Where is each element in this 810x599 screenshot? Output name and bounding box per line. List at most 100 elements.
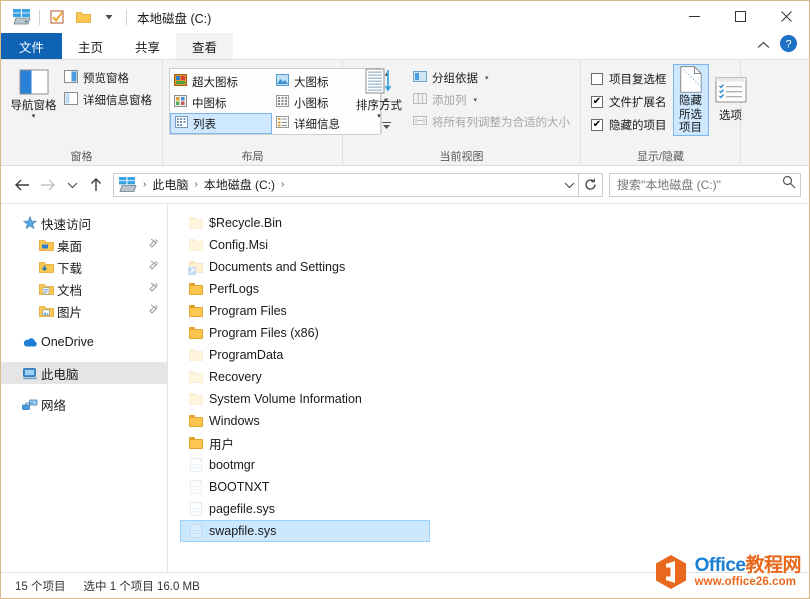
list-item[interactable]: PerfLogs [180, 278, 430, 300]
view-extra-large-icons[interactable]: 超大图标 [170, 71, 272, 92]
properties-icon[interactable] [44, 5, 70, 29]
add-columns-button[interactable]: 添加列 ▾ [409, 89, 574, 110]
list-item[interactable]: Documents and Settings [180, 256, 430, 278]
close-button[interactable] [763, 1, 809, 31]
folder-icon [185, 305, 207, 317]
forward-button[interactable] [35, 172, 61, 198]
list-item[interactable]: Config.Msi [180, 234, 430, 256]
file-name: PerfLogs [209, 282, 260, 296]
sidebar-item-pictures[interactable]: 图片 [1, 300, 167, 322]
list-item[interactable]: pagefile.sys [180, 498, 430, 520]
sidebar-label-downloads: 下载 [57, 261, 83, 276]
hide-selected-items-button[interactable]: 隐藏 所选项目 [672, 64, 709, 136]
hidden-items-checkbox[interactable]: ✔ [591, 118, 603, 131]
file-name: BOOTNXT [209, 480, 270, 494]
sort-by-button[interactable]: 排序方式 ▾ [349, 64, 409, 120]
tab-share[interactable]: 共享 [119, 33, 176, 59]
sidebar-item-network[interactable]: 网络 [1, 393, 167, 415]
pin-icon-documents[interactable] [148, 282, 159, 296]
search-box[interactable]: 搜索"本地磁盘 (C:)" [609, 172, 801, 197]
list-item[interactable]: BOOTNXT [180, 476, 430, 498]
list-item[interactable]: bootmgr [180, 454, 430, 476]
list-item[interactable]: 用户 [180, 432, 430, 454]
sidebar-label-network: 网络 [41, 398, 67, 413]
customize-qat-dropdown-icon[interactable] [96, 5, 122, 29]
sidebar-label-onedrive: OneDrive [41, 335, 94, 349]
list-item[interactable]: System Volume Information [180, 388, 430, 410]
breadcrumb-separator-3[interactable]: › [278, 179, 287, 190]
recent-locations-button[interactable] [61, 172, 83, 198]
hidden-items-option[interactable]: ✔ 隐藏的项目 [591, 114, 667, 135]
list-item[interactable]: Program Files [180, 300, 430, 322]
ribbon-group-panes: 导航窗格 ▾ 预览窗格 详细信息窗格 窗格 [1, 60, 163, 165]
breadcrumb[interactable]: › 此电脑 › 本地磁盘 (C:) › [113, 172, 579, 197]
drive-icon[interactable] [9, 5, 35, 29]
up-button[interactable] [83, 172, 109, 198]
file-name: Program Files (x86) [209, 326, 319, 340]
search-icon[interactable] [782, 175, 796, 194]
file-list-view[interactable]: $Recycle.Bin Config.Msi Documents and Se… [168, 204, 809, 572]
item-checkboxes-checkbox[interactable] [591, 72, 603, 85]
navigation-pane-caret-icon[interactable]: ▾ [32, 113, 36, 120]
file-name: Recovery [209, 370, 262, 384]
onedrive-cloud-icon [19, 336, 41, 348]
pin-icon-pictures[interactable] [148, 304, 159, 318]
refresh-button[interactable] [579, 172, 603, 197]
item-checkboxes-option[interactable]: 项目复选框 [591, 68, 667, 89]
options-button-label: 选项 [719, 110, 742, 122]
breadcrumb-dropdown-icon[interactable] [563, 181, 576, 189]
ribbon-group-current-view-label: 当前视图 [439, 150, 484, 163]
file-name-extensions-option[interactable]: ✔ 文件扩展名 [591, 91, 667, 112]
file-name: System Volume Information [209, 392, 362, 406]
collapse-ribbon-icon[interactable] [757, 37, 770, 55]
sidebar-item-this-pc[interactable]: 此电脑 [1, 362, 167, 384]
pin-icon-desktop[interactable] [148, 238, 159, 252]
sidebar-item-downloads[interactable]: 下载 [1, 256, 167, 278]
tab-file[interactable]: 文件 [1, 33, 63, 59]
view-medium-icons[interactable]: 中图标 [170, 92, 272, 113]
tab-home[interactable]: 主页 [62, 33, 119, 59]
sidebar-item-desktop[interactable]: 桌面 [1, 234, 167, 256]
navigation-pane-button[interactable]: 导航窗格 ▾ [7, 64, 60, 120]
breadcrumb-separator-2[interactable]: › [191, 179, 200, 190]
file-name-extensions-checkbox[interactable]: ✔ [591, 95, 603, 108]
tab-view[interactable]: 查看 [176, 33, 234, 59]
list-item[interactable]: Program Files (x86) [180, 322, 430, 344]
breadcrumb-separator-1[interactable]: › [140, 179, 149, 190]
sidebar-item-onedrive[interactable]: OneDrive [1, 331, 167, 353]
sidebar-gap-2 [1, 353, 167, 362]
maximize-button[interactable] [717, 1, 763, 31]
ribbon-group-panes-label: 窗格 [70, 150, 93, 163]
back-button[interactable] [9, 172, 35, 198]
help-icon[interactable]: ? [780, 35, 797, 57]
window-title: 本地磁盘 (C:) [137, 11, 212, 26]
sidebar-item-quick-access[interactable]: 快速访问 [1, 212, 167, 234]
pin-icon-downloads[interactable] [148, 260, 159, 274]
breadcrumb-this-pc[interactable]: 此电脑 [149, 174, 191, 196]
list-item[interactable]: ProgramData [180, 344, 430, 366]
preview-pane-button[interactable]: 预览窗格 [60, 67, 156, 88]
details-pane-button[interactable]: 详细信息窗格 [60, 89, 156, 110]
breadcrumb-drive-icon-item[interactable] [116, 174, 140, 196]
address-bar: › 此电脑 › 本地磁盘 (C:) › 搜索"本地磁盘 (C:)" [1, 166, 809, 204]
group-by-button[interactable]: 分组依据 ▾ [409, 67, 574, 88]
navigation-pane: 快速访问 桌面 下载 文档 图片 OneDrive 此电脑 网络 [1, 204, 168, 572]
list-item[interactable]: Windows [180, 410, 430, 432]
details-icon [276, 116, 289, 131]
list-item-selected[interactable]: swapfile.sys [180, 520, 430, 542]
new-folder-icon[interactable] [70, 5, 96, 29]
pictures-folder-icon [35, 305, 57, 318]
search-input[interactable]: 搜索"本地磁盘 (C:)" [617, 176, 782, 193]
view-list[interactable]: 列表 [170, 113, 272, 134]
add-columns-caret-icon[interactable]: ▾ [474, 96, 478, 104]
sidebar-item-documents[interactable]: 文档 [1, 278, 167, 300]
minimize-button[interactable] [671, 1, 717, 31]
sort-by-caret-icon[interactable]: ▾ [377, 113, 381, 120]
size-all-columns-to-fit-button[interactable]: 将所有列调整为合适的大小 [409, 111, 574, 132]
list-icon [175, 116, 188, 131]
breadcrumb-local-disk[interactable]: 本地磁盘 (C:) [201, 174, 278, 196]
list-item[interactable]: Recovery [180, 366, 430, 388]
list-item[interactable]: $Recycle.Bin [180, 212, 430, 234]
group-by-caret-icon[interactable]: ▾ [485, 74, 489, 82]
options-button[interactable]: 选项 [715, 64, 747, 136]
